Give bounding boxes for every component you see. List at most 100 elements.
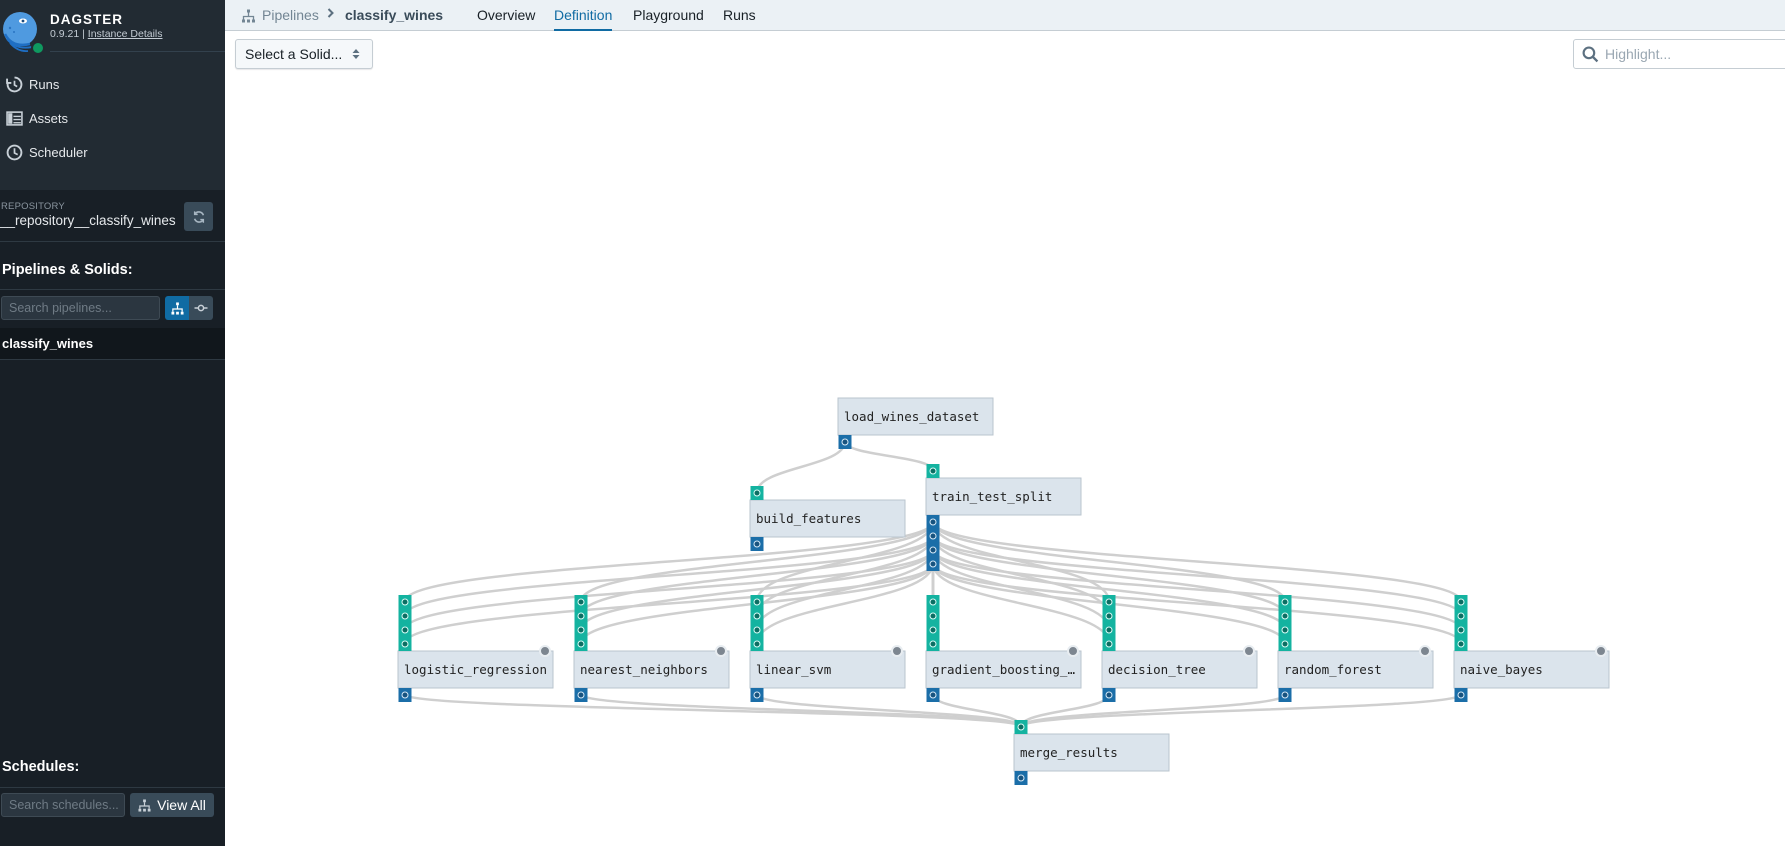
solid-select-label: Select a Solid... xyxy=(245,46,343,62)
input-port-dot-icon xyxy=(929,640,937,648)
solid-label: random_forest xyxy=(1284,662,1382,677)
solid-node-logistic_regression[interactable]: logistic_regression xyxy=(397,595,554,702)
edge-random_forest-to-merge_results xyxy=(1019,693,1287,728)
solid-node-linear_svm[interactable]: linear_svm xyxy=(749,595,906,702)
table-icon xyxy=(6,110,23,126)
edge-train_test_split-to-logistic_regression xyxy=(403,535,935,616)
version-separator: | xyxy=(82,28,85,40)
nav-item-assets[interactable]: Assets xyxy=(6,107,68,129)
edge-train_test_split-to-decision_tree xyxy=(931,563,1111,644)
input-port-dot-icon xyxy=(753,612,761,620)
chevron-right-icon xyxy=(326,6,336,23)
edge-train_test_split-to-naive_bayes xyxy=(931,521,1463,602)
repository-label: REPOSITORY xyxy=(1,201,65,212)
edge-train_test_split-to-naive_bayes xyxy=(931,535,1463,616)
edge-naive_bayes-to-merge_results xyxy=(1019,693,1463,728)
solid-node-nearest_neighbors[interactable]: nearest_neighbors xyxy=(573,595,730,702)
search-icon xyxy=(1582,46,1599,62)
solid-select-dropdown[interactable]: Select a Solid... xyxy=(235,39,373,69)
edge-train_test_split-to-random_forest xyxy=(931,521,1287,602)
solid-node-naive_bayes[interactable]: naive_bayes xyxy=(1453,595,1610,702)
hierarchy-icon xyxy=(242,9,255,23)
repository-name[interactable]: __repository__classify_wines xyxy=(0,213,176,228)
section-divider xyxy=(0,289,225,290)
input-port-dot-icon xyxy=(753,640,761,648)
input-port-dot-icon xyxy=(753,626,761,634)
highlight-search-field[interactable] xyxy=(1573,39,1785,69)
sidebar: DAGSTER 0.9.21 | Instance Details Runs A… xyxy=(0,0,225,846)
pipeline-list-item[interactable]: classify_wines xyxy=(0,328,225,360)
input-port-dot-icon xyxy=(401,612,409,620)
double-caret-icon xyxy=(352,49,360,59)
solid-node-merge_results[interactable]: merge_results xyxy=(1013,720,1170,785)
output-port-dot-icon xyxy=(929,532,937,540)
solid-label: train_test_split xyxy=(932,489,1052,504)
schedules-section-title: Schedules: xyxy=(2,759,80,775)
version-line: 0.9.21 | Instance Details xyxy=(50,28,163,40)
instance-details-link[interactable]: Instance Details xyxy=(88,28,163,40)
pipeline-graph[interactable]: load_wines_dataset build_features train_te… xyxy=(0,0,1785,846)
input-port-dot-icon xyxy=(929,598,937,606)
output-port-dot-icon xyxy=(401,691,409,699)
edge-train_test_split-to-linear_svm xyxy=(755,535,935,616)
app-root: DAGSTER 0.9.21 | Instance Details Runs A… xyxy=(0,0,1785,846)
repository-picker: REPOSITORY __repository__classify_wines xyxy=(0,190,225,242)
solid-node-decision_tree[interactable]: decision_tree xyxy=(1101,595,1258,702)
edge-load_wines_dataset-to-build_features xyxy=(755,441,847,493)
solid-node-train_test_split[interactable]: train_test_split xyxy=(925,464,1082,571)
tab-runs[interactable]: Runs xyxy=(723,7,756,29)
pipeline-name: classify_wines xyxy=(2,336,94,351)
highlight-input[interactable] xyxy=(1605,46,1785,62)
hierarchy-icon xyxy=(138,798,151,812)
config-indicator-icon xyxy=(539,645,551,657)
solids-mode-button[interactable] xyxy=(189,296,213,320)
solid-node-build_features[interactable]: build_features xyxy=(749,486,906,551)
nav-item-scheduler[interactable]: Scheduler xyxy=(6,141,88,163)
edge-linear_svm-to-merge_results xyxy=(755,693,1023,728)
config-indicator-icon xyxy=(891,645,903,657)
input-port-dot-icon xyxy=(577,626,585,634)
pipeline-search-field[interactable] xyxy=(1,296,160,320)
edge-train_test_split-to-naive_bayes xyxy=(931,563,1463,644)
pipelines-mode-button[interactable] xyxy=(165,296,189,320)
input-port-dot-icon xyxy=(929,467,937,475)
solid-label: naive_bayes xyxy=(1460,662,1543,677)
clock-icon xyxy=(6,144,23,160)
input-port-dot-icon xyxy=(401,598,409,606)
solid-label: build_features xyxy=(756,511,861,526)
reload-repository-button[interactable] xyxy=(184,202,213,231)
breadcrumb-pipelines-link[interactable]: Pipelines xyxy=(262,7,319,23)
solid-label: nearest_neighbors xyxy=(580,662,708,677)
edge-train_test_split-to-decision_tree xyxy=(931,521,1111,602)
edge-decision_tree-to-merge_results xyxy=(1019,693,1111,728)
edge-train_test_split-to-decision_tree xyxy=(931,549,1111,630)
edge-train_test_split-to-naive_bayes xyxy=(931,549,1463,630)
output-port-dot-icon xyxy=(1457,691,1465,699)
config-indicator-icon xyxy=(1243,645,1255,657)
output-port-dot-icon xyxy=(577,691,585,699)
edge-train_test_split-to-linear_svm xyxy=(755,563,935,644)
solid-node-gradient_boosting[interactable]: gradient_boosting_… xyxy=(925,595,1082,702)
tab-playground[interactable]: Playground xyxy=(633,7,704,29)
view-all-schedules-button[interactable]: View All xyxy=(130,793,214,817)
nav-label: Scheduler xyxy=(29,144,88,160)
solid-node-load_wines_dataset[interactable]: load_wines_dataset xyxy=(837,397,994,449)
schedule-search-input[interactable] xyxy=(9,798,124,812)
solid-node-random_forest[interactable]: random_forest xyxy=(1277,595,1434,702)
input-port-dot-icon xyxy=(753,598,761,606)
pipeline-search-input[interactable] xyxy=(9,301,159,315)
hierarchy-icon xyxy=(170,301,184,315)
git-commit-icon xyxy=(194,304,208,312)
nav-item-runs[interactable]: Runs xyxy=(6,73,59,95)
tab-definition[interactable]: Definition xyxy=(554,7,613,31)
schedule-search-field[interactable] xyxy=(1,793,125,817)
config-indicator-icon xyxy=(715,645,727,657)
input-port-dot-icon xyxy=(577,598,585,606)
output-port-dot-icon xyxy=(753,691,761,699)
output-port-dot-icon xyxy=(753,540,761,548)
output-port-dot-icon xyxy=(929,546,937,554)
output-port-dot-icon xyxy=(841,438,849,446)
input-port-dot-icon xyxy=(1281,612,1289,620)
version-number: 0.9.21 xyxy=(50,28,80,40)
tab-overview[interactable]: Overview xyxy=(477,7,535,29)
